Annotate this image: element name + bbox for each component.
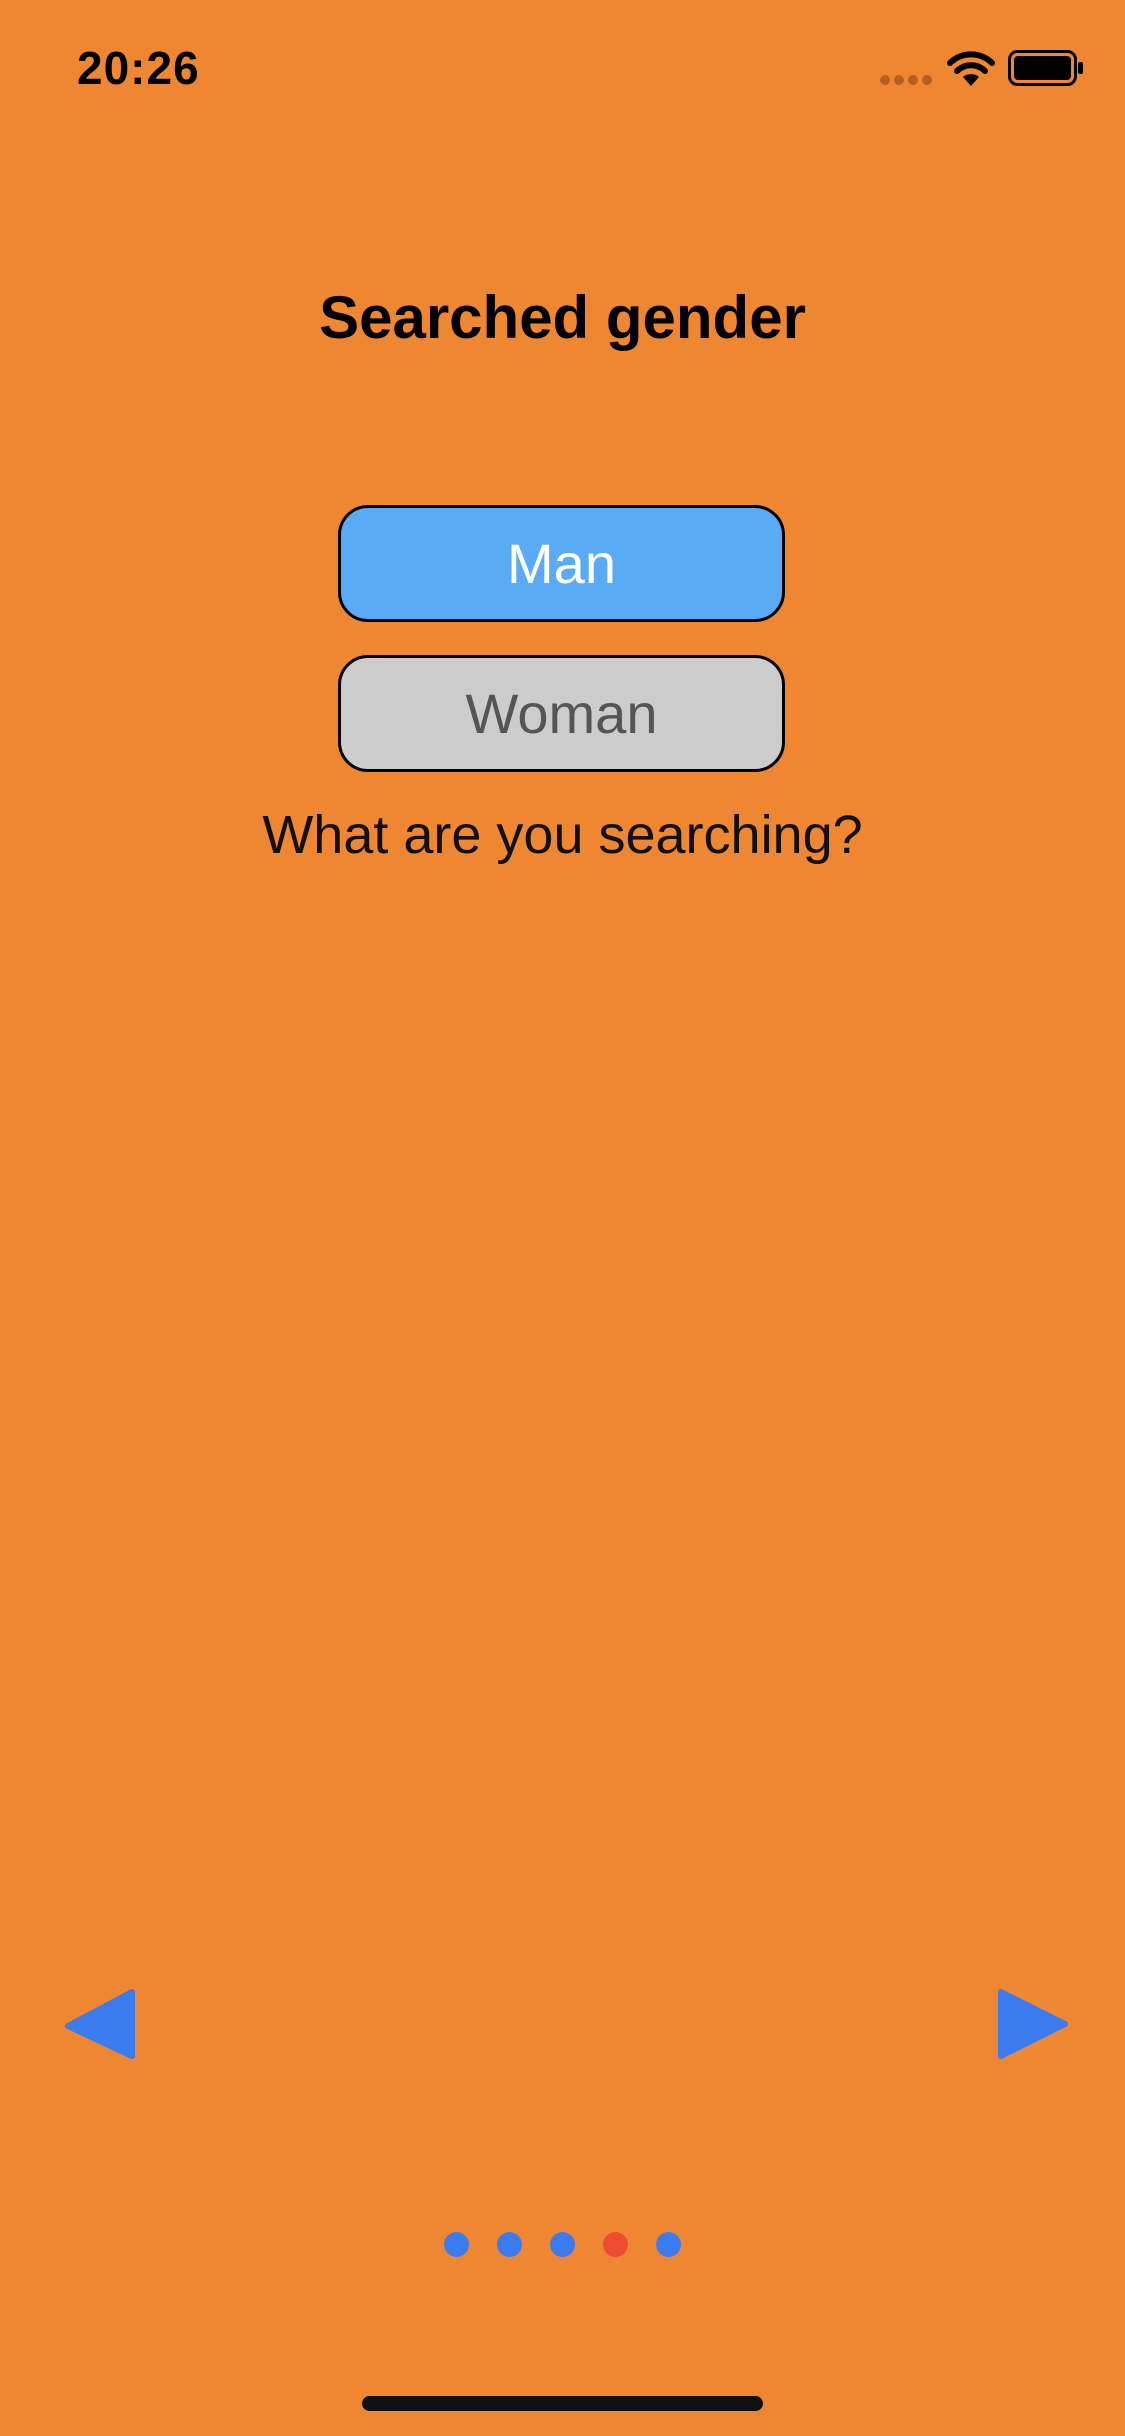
status-time: 20:26 — [77, 42, 200, 94]
man-option-button[interactable]: Man — [338, 505, 785, 622]
page-dot[interactable] — [656, 2232, 681, 2257]
cellular-signal-icon — [880, 75, 932, 85]
search-prompt: What are you searching? — [262, 805, 863, 865]
page-dot[interactable] — [497, 2232, 522, 2257]
page-indicator — [0, 2232, 1125, 2258]
woman-option-button[interactable]: Woman — [338, 655, 785, 772]
next-arrow-icon[interactable] — [995, 1988, 1071, 2060]
page-dot[interactable] — [603, 2232, 628, 2257]
previous-arrow-icon[interactable] — [62, 1988, 138, 2060]
page-dot[interactable] — [444, 2232, 469, 2257]
battery-icon — [1008, 50, 1083, 86]
home-indicator — [362, 2396, 763, 2411]
page-dot[interactable] — [550, 2232, 575, 2257]
wifi-icon — [947, 51, 995, 86]
page-title: Searched gender — [319, 284, 806, 351]
